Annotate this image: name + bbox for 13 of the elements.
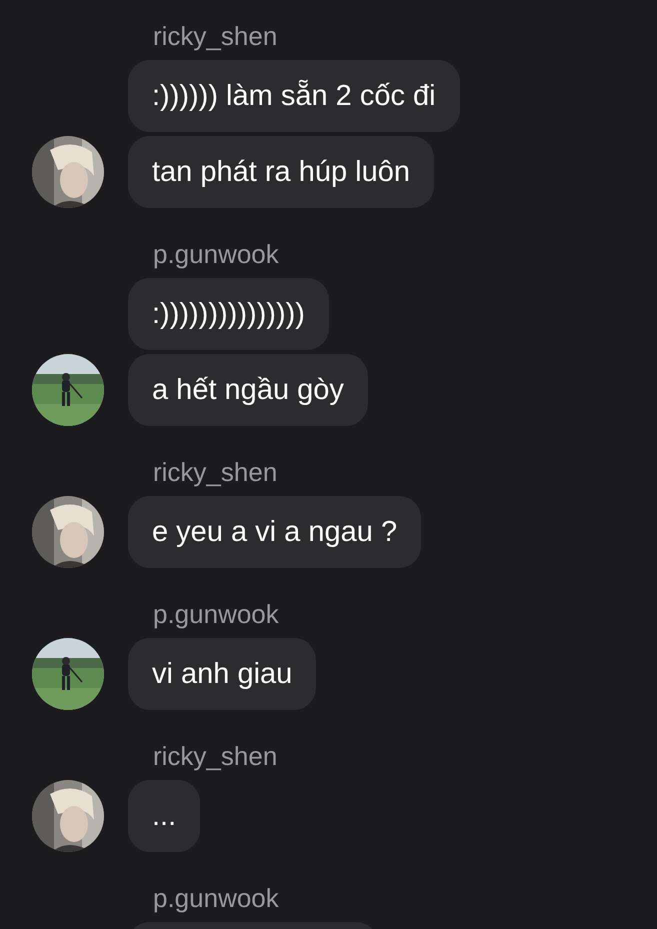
message-bubble: :)))))) làm sẵn 2 cốc đi: [128, 60, 460, 132]
message-bubble: tan phát ra húp luôn: [128, 136, 434, 208]
message-bubble: a hết ngầu gòy: [128, 354, 368, 426]
username: p.gunwook: [153, 882, 280, 914]
message-bubble: ...: [128, 780, 200, 852]
username: p.gunwook: [153, 598, 280, 630]
username: ricky_shen: [153, 20, 278, 52]
username: ricky_shen: [153, 740, 278, 772]
username: p.gunwook: [153, 238, 280, 270]
message-bubble: vi anh giau: [128, 638, 316, 710]
message-bubble: e yeu a vi a ngau ?: [128, 496, 422, 568]
message-bubble: :))))))))))))))): [128, 278, 329, 350]
username: ricky_shen: [153, 456, 278, 488]
